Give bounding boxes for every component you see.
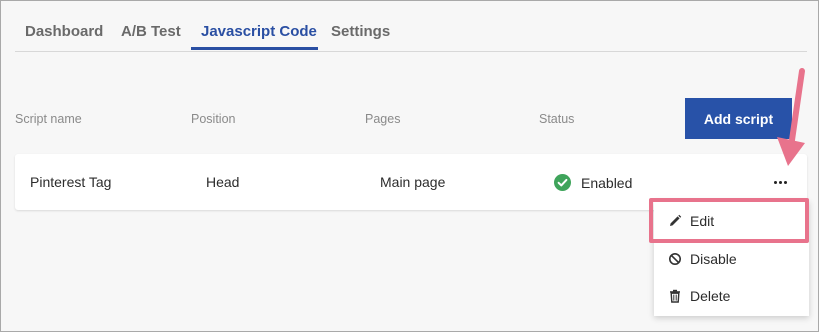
ban-icon: [668, 252, 682, 266]
menu-item-delete[interactable]: Delete: [654, 279, 809, 313]
status-badge: Enabled: [581, 175, 633, 191]
menu-item-edit[interactable]: Edit: [654, 204, 809, 238]
menu-item-label: Edit: [690, 213, 715, 229]
row-position: Head: [206, 174, 240, 190]
row-script-name: Pinterest Tag: [30, 174, 112, 190]
column-header-script-name: Script name: [15, 112, 82, 126]
tab-settings[interactable]: Settings: [331, 23, 390, 40]
column-header-status: Status: [539, 112, 575, 126]
menu-item-disable[interactable]: Disable: [654, 242, 809, 276]
add-script-button[interactable]: Add script: [685, 98, 792, 139]
dot-icon: [779, 181, 782, 184]
row-pages: Main page: [380, 174, 446, 190]
tab-bar: Dashboard A/B Test Javascript Code Setti…: [15, 1, 807, 52]
check-circle-icon: [554, 174, 571, 191]
column-header-position: Position: [191, 112, 236, 126]
tab-javascript-code[interactable]: Javascript Code: [201, 23, 317, 40]
dot-icon: [774, 181, 777, 184]
row-actions-menu: Edit Disable Delete: [654, 200, 809, 316]
column-header-pages: Pages: [365, 112, 401, 126]
tab-ab-test[interactable]: A/B Test: [121, 23, 181, 40]
menu-item-label: Disable: [690, 251, 737, 267]
trash-icon: [668, 289, 682, 303]
pencil-icon: [668, 214, 682, 228]
app-frame: Dashboard A/B Test Javascript Code Setti…: [0, 0, 819, 332]
active-tab-indicator: [191, 47, 318, 50]
more-options-button[interactable]: [771, 175, 791, 189]
dot-icon: [784, 181, 787, 184]
tab-dashboard[interactable]: Dashboard: [25, 23, 103, 40]
menu-item-label: Delete: [690, 288, 731, 304]
